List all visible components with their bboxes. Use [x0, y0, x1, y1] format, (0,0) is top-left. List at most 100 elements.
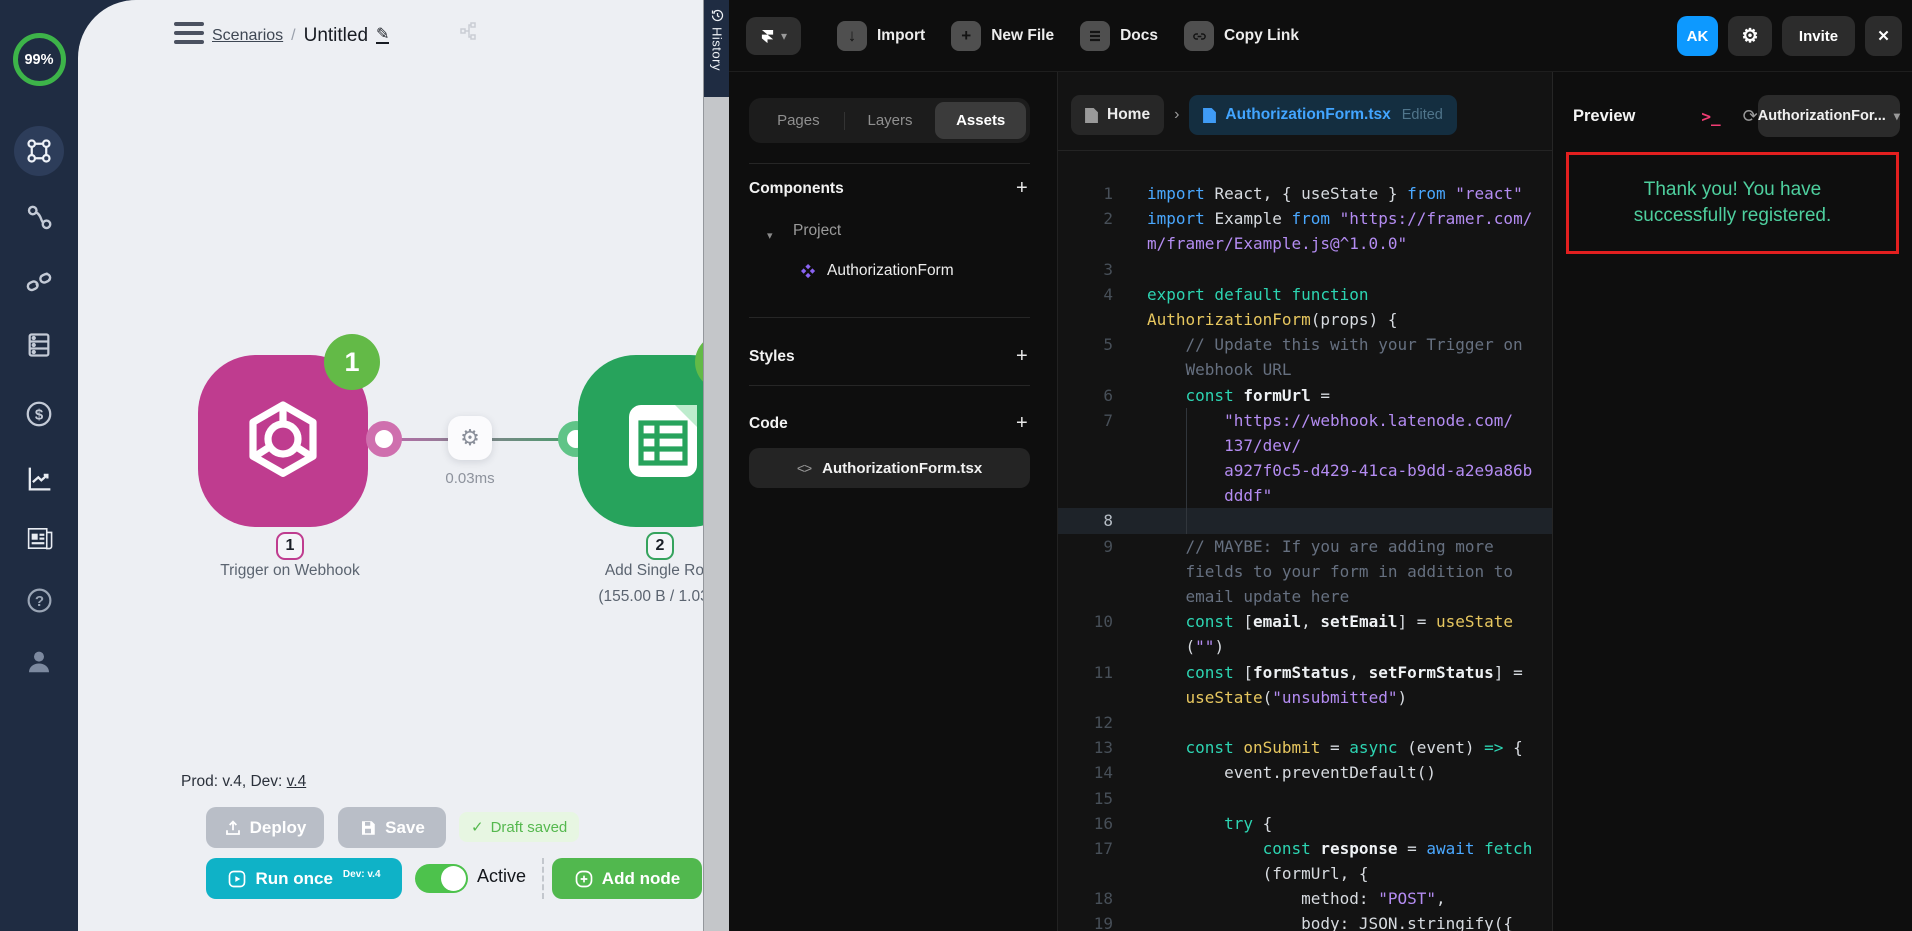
right-toolbar: ▾ ↓ Import + New File Docs Copy Link [729, 0, 1912, 72]
preview-title: Preview [1573, 107, 1635, 126]
active-toggle[interactable] [415, 864, 468, 893]
avatar-icon [24, 646, 54, 676]
console-icon[interactable]: >_ [1701, 107, 1720, 126]
sidebar-item-help[interactable]: ? [0, 586, 78, 615]
code-line[interactable]: 1import React, { useState } from "react" [1058, 181, 1552, 206]
scenario-canvas[interactable]: Scenarios / Untitled ✎ 1 ⚙ 0.03ms [78, 0, 703, 931]
code-line[interactable]: fields to your form in addition to [1058, 559, 1552, 584]
run-once-button[interactable]: Run onceDev: v.4 [206, 858, 402, 899]
caret-icon[interactable]: ▾ [767, 229, 773, 242]
edit-pencil-icon[interactable]: ✎ [376, 28, 389, 44]
code-line[interactable]: 18 method: "POST", [1058, 886, 1552, 911]
tab-assets[interactable]: Assets [935, 102, 1026, 139]
code-line[interactable]: 4export default function [1058, 282, 1552, 307]
annotation-red-box: Thank you! You have successfully registe… [1566, 152, 1899, 254]
code-line[interactable]: email update here [1058, 584, 1552, 609]
divider [749, 317, 1030, 318]
code-line[interactable]: 9 // MAYBE: If you are adding more [1058, 534, 1552, 559]
code-line[interactable]: 12 [1058, 710, 1552, 735]
code-line[interactable]: 5 // Update this with your Trigger on [1058, 332, 1552, 357]
file-icon [1203, 108, 1216, 123]
save-button[interactable]: Save [338, 807, 446, 848]
tree-group-project[interactable]: Project [793, 222, 841, 240]
deploy-button[interactable]: Deploy [206, 807, 324, 848]
add-code-button[interactable]: + [1016, 415, 1028, 431]
preview-panel: Preview >_ ⟳ AuthorizationFor... ▾ Thank… [1553, 72, 1912, 931]
code-line[interactable]: 19 body: JSON.stringify({ [1058, 911, 1552, 931]
sidebar-item-workflows[interactable] [0, 126, 78, 176]
code-line[interactable]: (formUrl, { [1058, 861, 1552, 886]
sidebar-item-billing[interactable]: $ [0, 399, 78, 429]
code-line[interactable]: 6 const formUrl = [1058, 383, 1552, 408]
code-line[interactable]: ("") [1058, 634, 1552, 659]
code-line[interactable]: AuthorizationForm(props) { [1058, 307, 1552, 332]
node-add-single-row[interactable] [578, 355, 703, 527]
framer-logo-icon [760, 29, 775, 44]
add-node-button[interactable]: Add node [552, 858, 702, 899]
tab-pages[interactable]: Pages [753, 102, 844, 139]
code-line[interactable]: 15 [1058, 786, 1552, 811]
dev-version-link[interactable]: v.4 [287, 773, 307, 790]
code-line[interactable]: 17 const response = await fetch [1058, 836, 1552, 861]
code-line[interactable]: 14 event.preventDefault() [1058, 760, 1552, 785]
code-line[interactable]: 8 [1058, 508, 1552, 533]
window-edge-scrollbar[interactable]: History [703, 0, 729, 931]
code-line[interactable]: 2import Example from "https://framer.com… [1058, 206, 1552, 231]
settings-button[interactable]: ⚙ [1728, 16, 1772, 56]
close-button[interactable]: ✕ [1865, 16, 1902, 56]
new-file-button[interactable]: + New File [951, 21, 1054, 51]
code-header: Code [749, 415, 788, 433]
code-line[interactable]: 16 try { [1058, 811, 1552, 836]
code-line[interactable]: 3 [1058, 257, 1552, 282]
tab-authorizationform[interactable]: AuthorizationForm.tsx Edited [1189, 95, 1456, 135]
sidebar-item-news[interactable] [0, 524, 78, 553]
code-line[interactable]: 13 const onSubmit = async (event) => { [1058, 735, 1552, 760]
code-line[interactable]: 137/dev/ [1058, 433, 1552, 458]
code-file-item[interactable]: <> AuthorizationForm.tsx [749, 448, 1030, 488]
upload-icon [224, 819, 242, 837]
tab-home[interactable]: Home [1071, 95, 1164, 135]
edge-settings-gear-icon[interactable]: ⚙ [448, 416, 492, 460]
sidebar-item-account[interactable] [0, 646, 78, 676]
divider [542, 858, 544, 899]
code-line[interactable]: useState("unsubmitted") [1058, 685, 1552, 710]
tab-layers[interactable]: Layers [845, 102, 936, 139]
code-line[interactable]: m/framer/Example.js@^1.0.0" [1058, 231, 1552, 256]
component-item[interactable]: AuthorizationForm [801, 262, 954, 280]
sidebar-item-shared[interactable] [0, 203, 78, 233]
code-line[interactable]: 11 const [formStatus, setFormStatus] = [1058, 660, 1552, 685]
sidebar-item-storage[interactable] [0, 331, 78, 359]
chart-icon [25, 464, 54, 493]
code-line[interactable]: 7 "https://webhook.latenode.com/ [1058, 408, 1552, 433]
code-line[interactable]: Webhook URL [1058, 357, 1552, 382]
plug-icon [24, 267, 54, 297]
history-tab[interactable]: History [704, 0, 730, 97]
sidebar-item-integrations[interactable] [0, 267, 78, 297]
code-rows[interactable]: 1import React, { useState } from "react"… [1058, 181, 1552, 931]
add-component-button[interactable]: + [1016, 180, 1028, 196]
add-style-button[interactable]: + [1016, 348, 1028, 364]
edge-latency: 0.03ms [410, 470, 530, 487]
framer-menu-button[interactable]: ▾ [746, 17, 801, 55]
usage-badge[interactable]: 99% [0, 33, 78, 86]
code-line[interactable]: 10 const [email, setEmail] = useState [1058, 609, 1552, 634]
invite-button[interactable]: Invite [1782, 16, 1855, 56]
docs-button[interactable]: Docs [1080, 21, 1158, 51]
hamburger-icon[interactable] [174, 22, 204, 44]
code-line[interactable]: a927f0c5-d429-41ca-b9dd-a2e9a86b [1058, 458, 1552, 483]
import-button[interactable]: ↓ Import [837, 21, 925, 51]
node1-title: Trigger on Webhook [170, 562, 410, 580]
code-line[interactable]: dddf" [1058, 483, 1552, 508]
node1-output-port[interactable] [366, 421, 402, 457]
preview-component-select[interactable]: AuthorizationFor... ▾ [1758, 95, 1900, 137]
svg-text:$: $ [35, 407, 44, 424]
breadcrumb-scenarios-link[interactable]: Scenarios [212, 27, 283, 45]
copy-link-button[interactable]: Copy Link [1184, 21, 1299, 51]
file-icon [1085, 108, 1098, 123]
link-icon [1184, 21, 1214, 51]
node1-run-count: 1 [324, 334, 380, 390]
sitemap-icon[interactable] [459, 21, 479, 41]
sidebar-item-analytics[interactable] [0, 464, 78, 493]
refresh-icon[interactable]: ⟳ [1743, 106, 1758, 127]
avatar[interactable]: AK [1677, 16, 1718, 56]
